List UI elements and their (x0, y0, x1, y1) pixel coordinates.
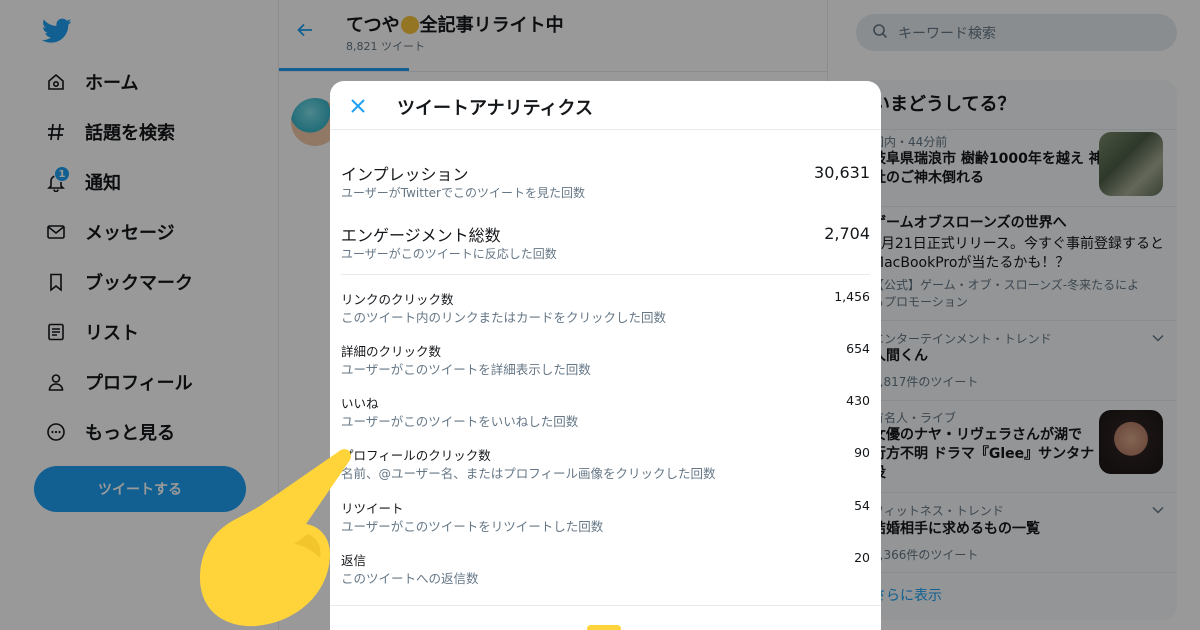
metric-value: 20 (854, 550, 870, 565)
metric-description: ユーザーがこのツイートをいいねした回数 (341, 414, 579, 429)
metric-value: 54 (854, 498, 870, 513)
metric-description: ユーザーがこのツイートに反応した回数 (341, 247, 557, 261)
metric-value: 90 (854, 445, 870, 460)
modal-footer-divider (330, 605, 881, 606)
modal-header: ツイートアナリティクス (330, 81, 881, 130)
metric-description: 名前、@ユーザー名、またはプロフィール画像をクリックした回数 (341, 466, 716, 481)
metric-value: 430 (846, 393, 870, 408)
metric-description: このツイート内のリンクまたはカードをクリックした回数 (341, 310, 667, 325)
pointing-hand-icon (200, 449, 351, 627)
metric-description: ユーザーがこのツイートをリツイートした回数 (341, 519, 604, 534)
modal-title: ツイートアナリティクス (397, 98, 594, 119)
metric-label: インプレッション (341, 165, 469, 184)
metric-value: 1,456 (834, 289, 870, 304)
modal-divider (341, 274, 870, 275)
metric-value: 30,631 (814, 163, 870, 182)
metric-value: 2,704 (824, 224, 870, 243)
metric-label: エンゲージメント総数 (341, 226, 501, 245)
metric-label: リンクのクリック数 (341, 292, 454, 307)
tweet-analytics-modal: ツイートアナリティクス インプレッション ユーザーがTwitterでこのツイート… (330, 81, 881, 630)
close-icon[interactable] (346, 94, 370, 118)
metric-label: 詳細のクリック数 (341, 344, 442, 359)
footer-emoji-icon (587, 625, 621, 630)
metric-value: 654 (846, 341, 870, 356)
metric-description: ユーザーがこのツイートを詳細表示した回数 (341, 362, 591, 377)
metric-description: ユーザーがTwitterでこのツイートを見た回数 (341, 186, 585, 200)
metric-label: いいね (341, 396, 379, 411)
